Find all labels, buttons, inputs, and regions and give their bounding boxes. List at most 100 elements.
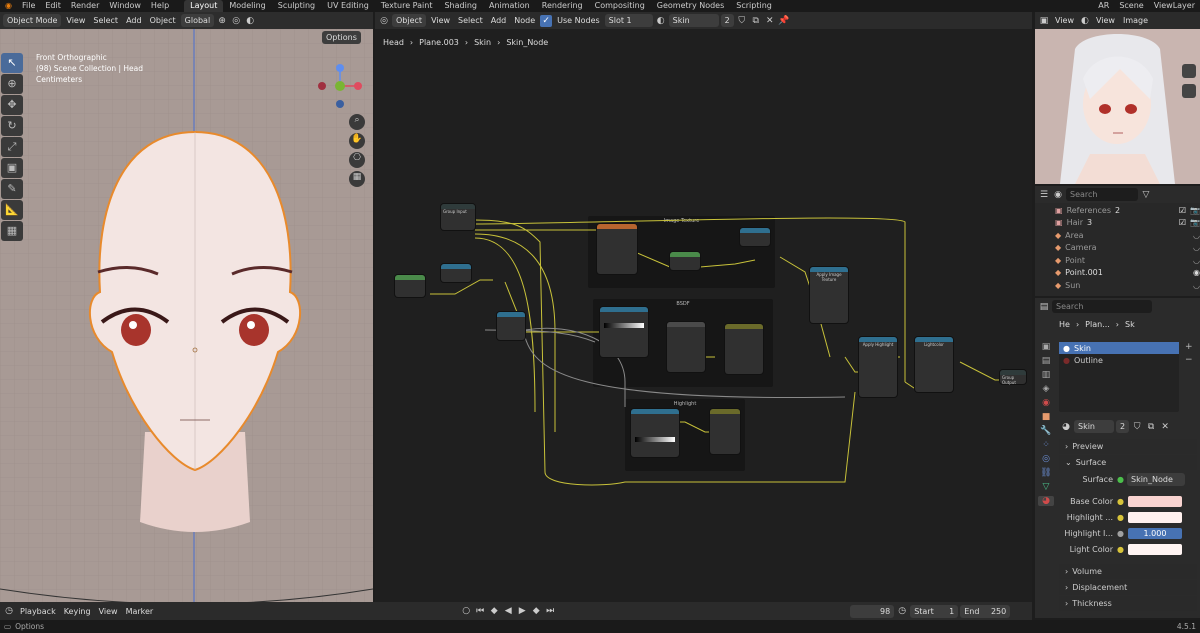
section-volume[interactable]: › Volume — [1059, 564, 1197, 579]
node-highlight-mix[interactable] — [710, 409, 740, 454]
workspace-tab-modeling[interactable]: Modeling — [223, 0, 271, 12]
output-tab-icon[interactable]: ▤ — [1038, 356, 1054, 366]
camera-view-icon[interactable]: ⎔ — [349, 152, 365, 168]
image-menu-image[interactable]: Image — [1120, 16, 1151, 25]
crumb-material[interactable]: Sk — [1125, 320, 1135, 329]
node-blue-color[interactable] — [725, 324, 763, 374]
add-cube-tool-icon[interactable]: ▦ — [1, 221, 23, 241]
record-icon[interactable]: ○ — [460, 605, 472, 617]
image-menu-view[interactable]: View — [1052, 16, 1077, 25]
material-browse-icon[interactable]: ◕ — [1060, 421, 1072, 433]
play-reverse-icon[interactable]: ◀ — [502, 605, 514, 617]
outliner-type-icon[interactable]: ☰ — [1038, 189, 1050, 201]
node-group-output[interactable]: Group Output — [1000, 370, 1026, 385]
physics-tab-icon[interactable]: ◎ — [1038, 454, 1054, 464]
jump-end-icon[interactable]: ⏭ — [544, 605, 556, 617]
proportional-edit-icon[interactable]: ◎ — [230, 15, 242, 27]
measure-tool-icon[interactable]: 📐 — [1, 200, 23, 220]
node-mix-a[interactable] — [441, 264, 471, 282]
camera-icon[interactable]: 📷 — [1190, 218, 1200, 227]
modifier-tab-icon[interactable]: 🔧 — [1038, 426, 1054, 436]
workspace-tab-texture-paint[interactable]: Texture Paint — [375, 0, 439, 12]
jump-start-icon[interactable]: ⏮ — [474, 605, 486, 617]
clock-icon[interactable]: ◷ — [896, 605, 908, 617]
outliner-row[interactable]: ◆ Point.001 ◉ — [1035, 267, 1200, 280]
remove-slot-icon[interactable]: − — [1185, 355, 1193, 365]
transform-tool-icon[interactable]: ▣ — [1, 158, 23, 178]
node-image-texture[interactable] — [597, 224, 637, 274]
menu-render[interactable]: Render — [66, 0, 104, 12]
transform-orientation[interactable]: Global — [180, 14, 215, 27]
object-tab-icon[interactable]: ■ — [1038, 412, 1054, 422]
node-mix-c[interactable] — [670, 252, 700, 270]
section-surface[interactable]: ⌄ Surface — [1059, 455, 1197, 470]
material-slot-skin[interactable]: ● Skin — [1059, 342, 1179, 354]
material-datablock-name[interactable]: Skin — [1074, 420, 1114, 433]
data-tab-icon[interactable]: ▽ — [1038, 482, 1054, 492]
material-tab-icon[interactable]: ◕ — [1038, 496, 1054, 506]
prev-keyframe-icon[interactable]: ◆ — [488, 605, 500, 617]
node-invert[interactable] — [395, 275, 425, 297]
eye-icon[interactable]: ◡ — [1193, 281, 1200, 290]
snap-icon[interactable]: ⊕ — [216, 15, 228, 27]
eye-icon[interactable]: ◉ — [1193, 268, 1200, 277]
workspace-tab-sculpting[interactable]: Sculpting — [272, 0, 321, 12]
end-frame-field[interactable]: End 250 — [960, 604, 1011, 618]
node-blackwhite[interactable] — [667, 322, 705, 372]
start-frame-field[interactable]: Start 1 — [910, 604, 959, 618]
render-tab-icon[interactable]: ▣ — [1038, 342, 1054, 352]
node-mix-b[interactable] — [740, 228, 770, 246]
menu-window[interactable]: Window — [104, 0, 146, 12]
node-editor[interactable]: ◎ Object View Select Add Node ✓ Use Node… — [375, 12, 1032, 602]
scale-tool-icon[interactable]: ⤢ — [1, 137, 23, 157]
material-datablock-users[interactable]: 2 — [1116, 420, 1130, 433]
properties-editor[interactable]: ▤ Search ▣ ▤ ▥ ◈ ◉ ■ 🔧 ⁘ ◎ ⛓ ▽ ◕ He › Pla… — [1035, 298, 1200, 618]
base-color-swatch[interactable] — [1127, 495, 1182, 507]
node-highlight-ramp[interactable] — [631, 409, 679, 457]
viewport-3d[interactable]: Object Mode View Select Add Object Globa… — [0, 12, 373, 602]
pan-icon[interactable]: ✋ — [349, 133, 365, 149]
outliner-row[interactable]: ▣ References 2 ☑ 📷 — [1035, 204, 1200, 217]
timeline-view-menu[interactable]: View — [96, 607, 121, 616]
eye-icon[interactable]: ◡ — [1193, 231, 1200, 240]
workspace-tab-geometry-nodes[interactable]: Geometry Nodes — [651, 0, 730, 12]
surface-shader-field[interactable]: Skin_Node — [1126, 472, 1185, 486]
workspace-tab-rendering[interactable]: Rendering — [536, 0, 589, 12]
constraints-tab-icon[interactable]: ⛓ — [1038, 468, 1054, 478]
eye-icon[interactable]: ◡ — [1193, 256, 1200, 265]
particles-tab-icon[interactable]: ⁘ — [1038, 440, 1054, 450]
play-icon[interactable]: ▶ — [516, 605, 528, 617]
node-apply-image-texture[interactable]: Apply Image Texture — [810, 267, 848, 323]
ortho-toggle-icon[interactable]: ▦ — [349, 171, 365, 187]
image-menu-view-2[interactable]: View — [1093, 16, 1118, 25]
options-button[interactable]: Options — [322, 31, 361, 44]
scene-tab-icon[interactable]: ◈ — [1038, 384, 1054, 394]
move-tool-icon[interactable]: ✥ — [1, 95, 23, 115]
playback-menu[interactable]: Playback — [17, 607, 59, 616]
keying-menu[interactable]: Keying — [61, 607, 94, 616]
node-lightcolor[interactable]: Lightcolor — [915, 337, 953, 392]
viewport-menu-object[interactable]: Object — [147, 16, 179, 25]
viewport-menu-select[interactable]: Select — [90, 16, 121, 25]
outliner-row[interactable]: ▣ Hair 3 ☑ 📷 — [1035, 217, 1200, 230]
outliner[interactable]: ☰ ◉ Search ▽ ▣ References 2 ☑ 📷 ▣ Hair 3 ☑ 📷 ◆ Ar… — [1035, 186, 1200, 296]
outliner-row[interactable]: ◆ Camera ◡ — [1035, 242, 1200, 255]
view-layer-selector[interactable]: ViewLayer — [1149, 0, 1200, 12]
marker-menu[interactable]: Marker — [123, 607, 157, 616]
workspace-tab-shading[interactable]: Shading — [438, 0, 483, 12]
section-displacement[interactable]: › Displacement — [1059, 580, 1197, 595]
rotate-tool-icon[interactable]: ↻ — [1, 116, 23, 136]
workspace-tab-scripting[interactable]: Scripting — [730, 0, 778, 12]
highlight-color-swatch[interactable] — [1127, 511, 1182, 523]
checkbox-icon[interactable]: ☑ — [1179, 218, 1186, 227]
viewport-menu-add[interactable]: Add — [123, 16, 145, 25]
highlight-intensity-field[interactable]: 1.000 — [1127, 527, 1182, 539]
outliner-row[interactable]: ◆ Sun ◡ — [1035, 279, 1200, 292]
mode-selector[interactable]: Object Mode — [3, 14, 62, 27]
zoom-icon[interactable]: ⌕ — [349, 114, 365, 130]
outliner-search-input[interactable]: Search — [1066, 188, 1138, 201]
blender-logo-icon[interactable]: ◉ — [0, 0, 17, 12]
workspace-tab-animation[interactable]: Animation — [483, 0, 536, 12]
properties-search-input[interactable]: Search — [1052, 300, 1152, 313]
ar-toggle[interactable]: AR — [1093, 0, 1114, 12]
